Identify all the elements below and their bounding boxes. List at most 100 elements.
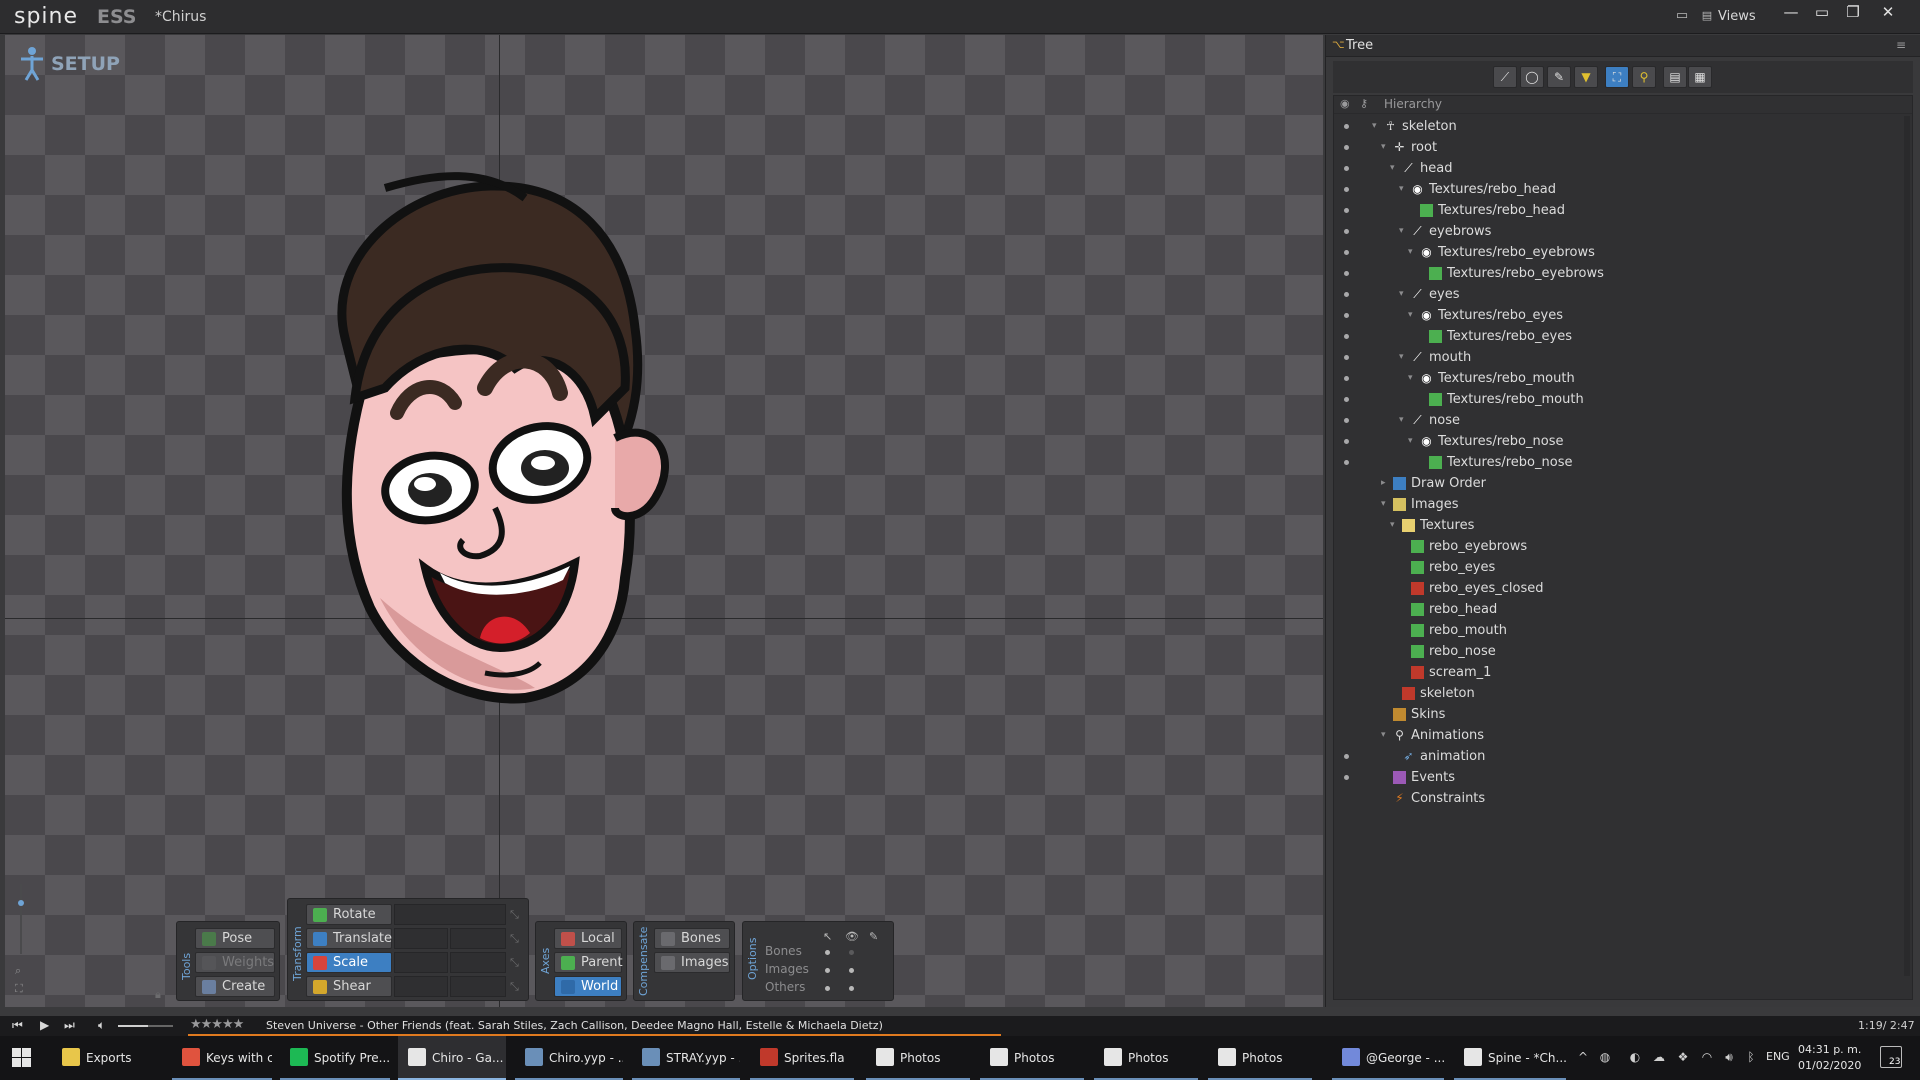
taskbar-item[interactable]: Spine - *Ch... <box>1454 1036 1566 1080</box>
bones-visible-toggle[interactable] <box>849 950 854 955</box>
images-visible-toggle[interactable] <box>849 968 854 973</box>
others-visible-toggle[interactable] <box>849 986 854 991</box>
images-select-toggle[interactable] <box>825 968 830 973</box>
play-icon[interactable]: ▶ <box>40 1018 49 1032</box>
shear-x-field[interactable] <box>394 976 448 997</box>
expand-arrow-icon[interactable]: ▾ <box>1408 431 1418 452</box>
tree-row[interactable]: ▾ ⟋ head <box>1334 158 1899 179</box>
action-center-icon[interactable]: 23 <box>1880 1046 1902 1068</box>
tree-row[interactable]: Textures/rebo_eyes <box>1334 326 1899 347</box>
tree-row[interactable]: ▾ ⟋ mouth <box>1334 347 1899 368</box>
volume-slider[interactable] <box>118 1025 173 1027</box>
rotate-tool-button[interactable]: Rotate <box>306 904 392 925</box>
collapse-icon[interactable]: ▤ <box>1663 66 1687 88</box>
search-icon[interactable]: ⚲ <box>1632 66 1656 88</box>
expand-arrow-icon[interactable]: ▸ <box>1381 473 1391 494</box>
show-hidden-icons[interactable]: ^ <box>1576 1050 1590 1064</box>
visibility-dot[interactable] <box>1344 208 1349 213</box>
create-tool-button[interactable]: Create <box>195 976 275 997</box>
compensate-images-button[interactable]: Images <box>654 952 730 973</box>
expand-arrow-icon[interactable]: ▾ <box>1408 305 1418 326</box>
tree-row[interactable]: Skins <box>1334 704 1899 725</box>
tree-row[interactable]: Events <box>1334 767 1899 788</box>
visibility-dot[interactable] <box>1344 376 1349 381</box>
expand-arrow-icon[interactable]: ▾ <box>1390 515 1400 536</box>
filter-attachments-icon[interactable]: ✎ <box>1547 66 1571 88</box>
zoom-slider[interactable]: ⌕ ⛶ <box>14 880 28 1000</box>
expand-arrow-icon[interactable]: ▾ <box>1381 725 1391 746</box>
tree-scrollbar[interactable] <box>1904 116 1910 976</box>
taskbar-item[interactable]: Chiro - Ga... <box>398 1036 506 1080</box>
visibility-dot[interactable] <box>1344 229 1349 234</box>
speaker-icon[interactable]: 🔊︎ <box>1722 1050 1736 1064</box>
maximize-button[interactable]: ▭ <box>1807 2 1837 22</box>
tree-row[interactable]: ▾ Textures <box>1334 515 1899 536</box>
visibility-dot[interactable] <box>1344 250 1349 255</box>
filter-icon[interactable]: ▼ <box>1574 66 1598 88</box>
tree-row[interactable]: ▾ ⚲ Animations <box>1334 725 1899 746</box>
volume-icon[interactable]: 🔈︎ <box>98 1018 105 1033</box>
tree-row[interactable]: ▾ ◉ Textures/rebo_eyes <box>1334 305 1899 326</box>
fit-view-icon[interactable]: ⛶ <box>15 982 27 995</box>
monitor-icon[interactable]: ▭ <box>1675 9 1689 23</box>
rating-stars[interactable]: ★★★★★ <box>190 1017 244 1032</box>
visibility-dot[interactable] <box>1344 355 1349 360</box>
taskbar-item[interactable]: Photos <box>980 1036 1084 1080</box>
tree-row[interactable]: ➶ animation <box>1334 746 1899 767</box>
tree-row[interactable]: Textures/rebo_mouth <box>1334 389 1899 410</box>
filter-slots-icon[interactable]: ◯ <box>1520 66 1544 88</box>
expand-arrow-icon[interactable]: ▾ <box>1381 494 1391 515</box>
expand-arrow-icon[interactable]: ▾ <box>1399 179 1409 200</box>
taskbar-item[interactable]: Keys with c... <box>172 1036 272 1080</box>
tree-row[interactable]: rebo_mouth <box>1334 620 1899 641</box>
taskbar-item[interactable]: Photos <box>1094 1036 1198 1080</box>
visibility-dot[interactable] <box>1344 754 1349 759</box>
tree-row[interactable]: rebo_eyebrows <box>1334 536 1899 557</box>
language-indicator[interactable]: ENG <box>1766 1050 1790 1063</box>
eye-icon[interactable]: ◉ <box>1340 97 1350 110</box>
tree-row[interactable]: rebo_eyes_closed <box>1334 578 1899 599</box>
visibility-dot[interactable] <box>1344 271 1349 276</box>
next-track-icon[interactable]: ⏭ <box>64 1018 75 1033</box>
tree-row[interactable]: Textures/rebo_eyebrows <box>1334 263 1899 284</box>
panel-menu-icon[interactable]: ≡ <box>1896 38 1906 52</box>
onedrive-icon[interactable]: ☁ <box>1652 1050 1666 1064</box>
tray-app-icon[interactable]: ◍ <box>1598 1050 1612 1064</box>
sync-selection-icon[interactable]: ⛶ <box>1605 66 1629 88</box>
expand-icon[interactable]: ▦ <box>1688 66 1712 88</box>
tree-row[interactable]: rebo_eyes <box>1334 557 1899 578</box>
select-icon[interactable]: ↖ <box>823 930 835 943</box>
scale-x-field[interactable] <box>394 952 448 973</box>
visibility-dot[interactable] <box>1344 418 1349 423</box>
tree-row[interactable]: ▾ ⟋ eyebrows <box>1334 221 1899 242</box>
parent-axes-button[interactable]: Parent <box>554 952 623 973</box>
tree-row[interactable]: skeleton <box>1334 683 1899 704</box>
taskbar-item[interactable]: Spotify Pre... <box>280 1036 390 1080</box>
compensate-bones-button[interactable]: Bones <box>654 928 730 949</box>
pose-tool-button[interactable]: Pose <box>195 928 275 949</box>
translate-pin-icon[interactable]: ⤡ <box>510 932 522 945</box>
bluetooth-icon[interactable]: ᛒ <box>1744 1050 1758 1064</box>
taskbar-item[interactable]: STRAY.yyp - ... <box>632 1036 740 1080</box>
expand-arrow-icon[interactable]: ▾ <box>1399 221 1409 242</box>
visibility-dot[interactable] <box>1344 439 1349 444</box>
expand-arrow-icon[interactable]: ▾ <box>1408 368 1418 389</box>
close-button[interactable]: ✕ <box>1873 2 1903 22</box>
dropbox-icon[interactable]: ❖ <box>1676 1050 1690 1064</box>
taskbar-item[interactable]: @George - ... <box>1332 1036 1444 1080</box>
translate-x-field[interactable] <box>394 928 448 949</box>
tray-app-icon-2[interactable]: ◐ <box>1628 1050 1642 1064</box>
tree-row[interactable]: rebo_nose <box>1334 641 1899 662</box>
weights-tool-button[interactable]: Weights <box>195 952 275 973</box>
visibility-dot[interactable] <box>1344 313 1349 318</box>
tree-row[interactable]: ▾ ◉ Textures/rebo_head <box>1334 179 1899 200</box>
scale-tool-button[interactable]: Scale <box>306 952 392 973</box>
visibility-dot[interactable] <box>1344 334 1349 339</box>
expand-arrow-icon[interactable]: ▾ <box>1399 347 1409 368</box>
visibility-dot[interactable] <box>1344 187 1349 192</box>
expand-arrow-icon[interactable]: ▾ <box>1399 410 1409 431</box>
visibility-dot[interactable] <box>1344 124 1349 129</box>
tree-row[interactable]: ▾ ✛ root <box>1334 137 1899 158</box>
tree-row[interactable]: ▾ ⟋ nose <box>1334 410 1899 431</box>
tree-row[interactable]: ▾ ⟋ eyes <box>1334 284 1899 305</box>
